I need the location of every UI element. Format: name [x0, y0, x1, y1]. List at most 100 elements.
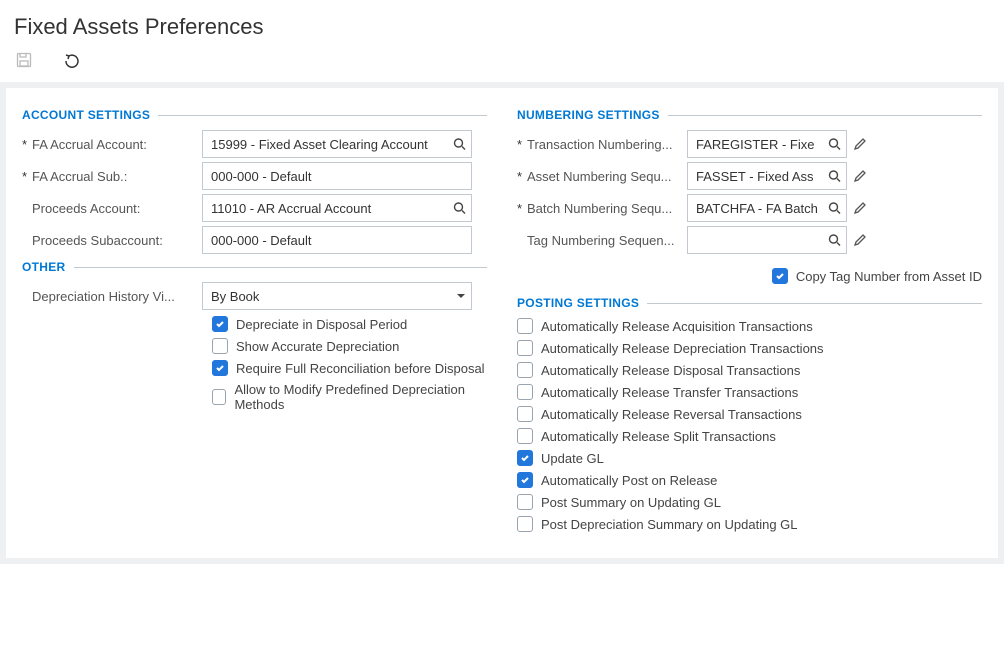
section-title: OTHER [22, 260, 66, 274]
field-label: Proceeds Subaccount: [32, 233, 163, 248]
required-star: * [22, 169, 30, 184]
required-star: * [517, 137, 525, 152]
undo-icon [63, 52, 81, 68]
section-account-settings: ACCOUNT SETTINGS [22, 108, 487, 122]
checkbox-label: Allow to Modify Predefined Depreciation … [234, 382, 487, 412]
field-label: Proceeds Account: [32, 201, 140, 216]
required-star [22, 289, 30, 304]
checkbox-label: Automatically Release Transfer Transacti… [541, 385, 798, 400]
section-posting-settings: POSTING SETTINGS [517, 296, 982, 310]
auto-acquisition-row[interactable]: Automatically Release Acquisition Transa… [517, 318, 982, 334]
page-title: Fixed Assets Preferences [0, 0, 1004, 50]
field-label: Transaction Numbering... [527, 137, 672, 152]
section-rule [74, 267, 488, 268]
checkbox[interactable] [517, 516, 533, 532]
save-button[interactable] [14, 50, 34, 70]
section-numbering-settings: NUMBERING SETTINGS [517, 108, 982, 122]
update-gl-row[interactable]: Update GL [517, 450, 982, 466]
checkbox-label: Depreciate in Disposal Period [236, 317, 407, 332]
fa-accrual-sub-row: *FA Accrual Sub.: [22, 162, 487, 190]
require-reconcile-row[interactable]: Require Full Reconciliation before Dispo… [22, 360, 487, 376]
checkbox-label: Automatically Release Acquisition Transa… [541, 319, 813, 334]
section-other: OTHER [22, 260, 487, 274]
save-icon [16, 52, 32, 68]
tag-numbering-input[interactable] [687, 226, 847, 254]
tag-numbering-row: Tag Numbering Sequen... [517, 226, 982, 254]
transaction-numbering-row: *Transaction Numbering... [517, 130, 982, 158]
checkbox[interactable] [517, 450, 533, 466]
checkbox[interactable] [517, 318, 533, 334]
checkbox[interactable] [212, 316, 228, 332]
show-accurate-row[interactable]: Show Accurate Depreciation [22, 338, 487, 354]
field-label: FA Accrual Sub.: [32, 169, 127, 184]
checkbox[interactable] [517, 428, 533, 444]
checkbox-label: Automatically Release Reversal Transacti… [541, 407, 802, 422]
proceeds-sub-input[interactable] [202, 226, 472, 254]
auto-split-row[interactable]: Automatically Release Split Transactions [517, 428, 982, 444]
auto-disposal-row[interactable]: Automatically Release Disposal Transacti… [517, 362, 982, 378]
copy-tag-row[interactable]: Copy Tag Number from Asset ID [772, 268, 982, 284]
checkbox-label: Update GL [541, 451, 604, 466]
fa-accrual-account-input[interactable] [202, 130, 472, 158]
field-label: Batch Numbering Sequ... [527, 201, 672, 216]
checkbox[interactable] [212, 338, 228, 354]
edit-pencil-icon[interactable] [853, 137, 867, 151]
checkbox[interactable] [517, 494, 533, 510]
dep-history-view-select[interactable] [202, 282, 472, 310]
checkbox[interactable] [517, 406, 533, 422]
checkbox[interactable] [212, 360, 228, 376]
checkbox-label: Post Summary on Updating GL [541, 495, 721, 510]
proceeds-account-input[interactable] [202, 194, 472, 222]
required-star [22, 233, 30, 248]
section-title: POSTING SETTINGS [517, 296, 639, 310]
required-star: * [517, 169, 525, 184]
required-star [517, 233, 525, 248]
fa-accrual-sub-input[interactable] [202, 162, 472, 190]
section-title: NUMBERING SETTINGS [517, 108, 660, 122]
right-column: NUMBERING SETTINGS *Transaction Numberin… [517, 102, 982, 538]
batch-numbering-input[interactable] [687, 194, 847, 222]
section-rule [158, 115, 487, 116]
transaction-numbering-input[interactable] [687, 130, 847, 158]
proceeds-sub-row: Proceeds Subaccount: [22, 226, 487, 254]
left-column: ACCOUNT SETTINGS *FA Accrual Account: *F… [22, 102, 487, 538]
required-star: * [22, 137, 30, 152]
edit-pencil-icon[interactable] [853, 233, 867, 247]
checkbox-label: Copy Tag Number from Asset ID [796, 269, 982, 284]
auto-reversal-row[interactable]: Automatically Release Reversal Transacti… [517, 406, 982, 422]
asset-numbering-input[interactable] [687, 162, 847, 190]
checkbox-label: Automatically Post on Release [541, 473, 717, 488]
field-label: Tag Numbering Sequen... [527, 233, 674, 248]
field-label: Depreciation History Vi... [32, 289, 175, 304]
required-star: * [517, 201, 525, 216]
checkbox-label: Automatically Release Depreciation Trans… [541, 341, 824, 356]
field-label: FA Accrual Account: [32, 137, 147, 152]
checkbox[interactable] [517, 384, 533, 400]
toolbar [0, 50, 1004, 82]
batch-numbering-row: *Batch Numbering Sequ... [517, 194, 982, 222]
revert-button[interactable] [62, 50, 82, 70]
required-star [22, 201, 30, 216]
checkbox[interactable] [517, 362, 533, 378]
checkbox[interactable] [517, 472, 533, 488]
edit-pencil-icon[interactable] [853, 169, 867, 183]
depreciate-disposal-row[interactable]: Depreciate in Disposal Period [22, 316, 487, 332]
field-label: Asset Numbering Sequ... [527, 169, 672, 184]
checkbox[interactable] [212, 389, 226, 405]
fa-accrual-account-row: *FA Accrual Account: [22, 130, 487, 158]
checkbox-label: Show Accurate Depreciation [236, 339, 399, 354]
auto-transfer-row[interactable]: Automatically Release Transfer Transacti… [517, 384, 982, 400]
post-summary-row[interactable]: Post Summary on Updating GL [517, 494, 982, 510]
checkbox[interactable] [772, 268, 788, 284]
section-title: ACCOUNT SETTINGS [22, 108, 150, 122]
auto-depreciation-row[interactable]: Automatically Release Depreciation Trans… [517, 340, 982, 356]
allow-modify-row[interactable]: Allow to Modify Predefined Depreciation … [22, 382, 487, 412]
checkbox-label: Automatically Release Split Transactions [541, 429, 776, 444]
edit-pencil-icon[interactable] [853, 201, 867, 215]
post-dep-summary-row[interactable]: Post Depreciation Summary on Updating GL [517, 516, 982, 532]
auto-post-row[interactable]: Automatically Post on Release [517, 472, 982, 488]
proceeds-account-row: Proceeds Account: [22, 194, 487, 222]
checkbox[interactable] [517, 340, 533, 356]
dep-history-view-row: Depreciation History Vi... [22, 282, 487, 310]
checkbox-label: Require Full Reconciliation before Dispo… [236, 361, 485, 376]
